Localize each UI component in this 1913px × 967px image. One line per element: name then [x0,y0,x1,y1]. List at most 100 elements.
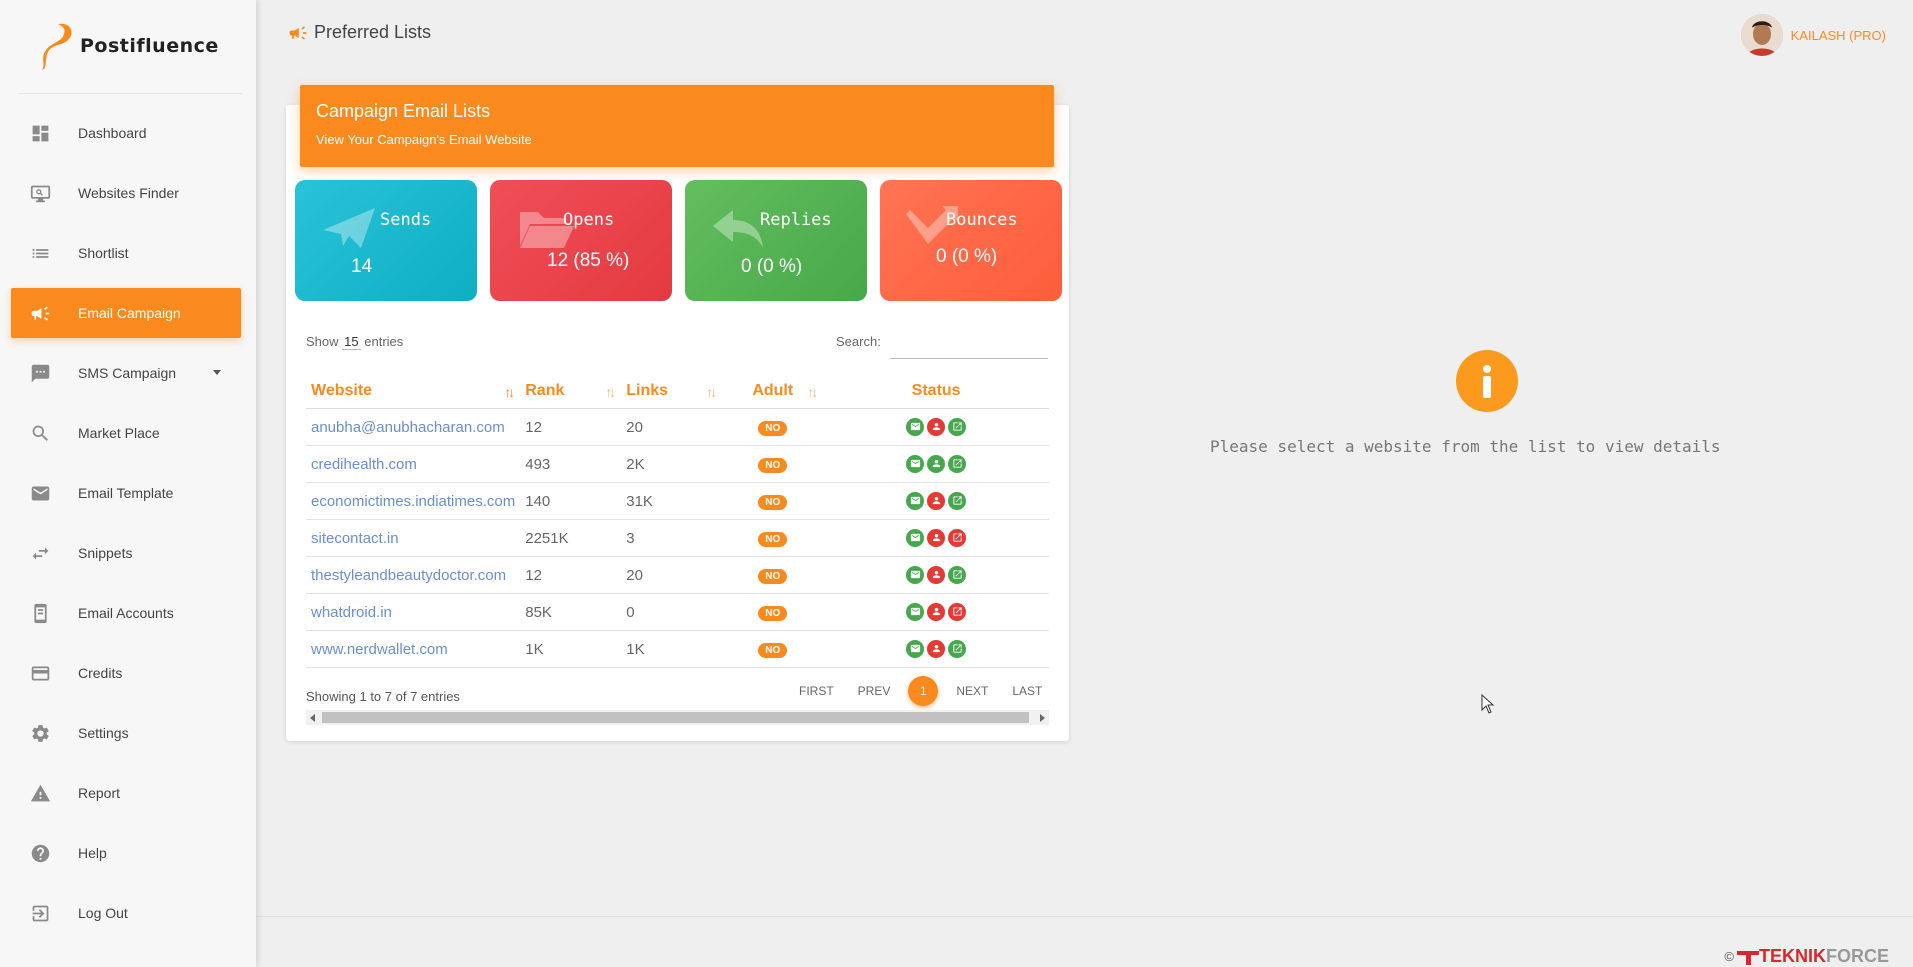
table-row[interactable]: economictimes.indiatimes.com 140 31K NO [306,482,1049,520]
sidebar-item-snippets[interactable]: Snippets [11,528,241,578]
column-header-rank[interactable]: Rank ↑↓ [520,374,622,409]
sidebar-item-report[interactable]: Report [11,768,241,818]
contact-status-icon[interactable] [927,602,946,621]
column-header-links[interactable]: Links ↑↓ [621,374,723,409]
website-link[interactable]: www.nerdwallet.com [306,630,521,668]
links-cell: 20 [621,408,723,446]
link-status-icon[interactable] [948,491,967,510]
stat-label: Opens [563,210,615,230]
sidebar-item-label: Email Campaign [78,305,181,321]
email-status-icon[interactable] [906,491,925,510]
stat-label: Sends [380,210,432,230]
table-row[interactable]: whatdroid.in 85K 0 NO [306,593,1049,631]
email-status-icon[interactable] [906,639,925,658]
table-row[interactable]: anubha@anubhacharan.com 12 20 NO [306,408,1049,446]
stat-replies[interactable]: Replies 0 (0 %) [685,180,867,301]
email-status-icon[interactable] [906,454,925,473]
horizontal-scrollbar[interactable] [306,710,1049,725]
avatar-image [1740,14,1783,56]
link-status-icon[interactable] [948,417,967,436]
scroll-left-icon[interactable] [310,714,315,722]
sidebar-item-email-template[interactable]: Email Template [11,468,241,518]
postifluence-logo-icon [42,23,72,70]
sidebar-item-log-out[interactable]: Log Out [11,888,241,938]
pager-first[interactable]: FIRST [799,684,834,698]
stat-value: 0 (0 %) [741,256,803,277]
sidebar-item-sms-campaign[interactable]: SMS Campaign [11,348,241,398]
status-cell [823,630,1049,668]
email-status-icon[interactable] [906,565,925,584]
website-link[interactable]: sitecontact.in [306,519,521,557]
page-length-select[interactable]: 15 [342,334,361,350]
pager-prev[interactable]: PREV [858,684,891,698]
contact-status-icon[interactable] [927,639,946,658]
link-status-icon[interactable] [948,528,967,547]
adult-badge: NO [758,569,788,584]
sidebar-item-market-place[interactable]: Market Place [11,408,241,458]
status-cell [823,519,1049,557]
stat-value: 0 (0 %) [936,246,998,267]
website-link[interactable]: credihealth.com [306,445,521,483]
status-cell [823,482,1049,520]
email-status-icon[interactable] [906,528,925,547]
link-status-icon[interactable] [948,602,967,621]
stat-label: Bounces [946,210,1018,230]
pager-current-page[interactable]: 1 [908,676,939,706]
detail-empty-message: Please select a website from the list to… [1210,437,1721,456]
column-header-status: Status [823,374,1049,409]
search-input[interactable] [890,330,1048,352]
adult-cell: NO [722,482,824,520]
website-link[interactable]: thestyleandbeautydoctor.com [306,556,521,594]
swap-icon [29,542,51,564]
link-status-icon[interactable] [948,454,967,473]
email-status-icon[interactable] [906,602,925,621]
table-row[interactable]: www.nerdwallet.com 1K 1K NO [306,630,1049,668]
sidebar: Postifluence Dashboard Websites Finder S… [0,0,256,967]
table-row[interactable]: thestyleandbeautydoctor.com 12 20 NO [306,556,1049,594]
rank-cell: 12 [520,556,622,594]
pager-last[interactable]: LAST [1012,684,1042,698]
link-status-icon[interactable] [948,639,967,658]
search-icon [29,422,51,444]
website-link[interactable]: economictimes.indiatimes.com [306,482,521,520]
stat-opens[interactable]: Opens 12 (85 %) [490,180,672,301]
stat-sends[interactable]: Sends 14 [295,180,477,301]
user-menu[interactable]: KAILASH (PRO) [1740,14,1886,56]
links-cell: 31K [621,482,723,520]
sidebar-item-credits[interactable]: Credits [11,648,241,698]
copyright-symbol: © [1724,949,1734,964]
column-header-adult[interactable]: Adult ↑↓ [722,374,824,409]
link-status-icon[interactable] [948,565,967,584]
sidebar-item-websites-finder[interactable]: Websites Finder [11,168,241,218]
contact-status-icon[interactable] [927,491,946,510]
chevron-down-icon[interactable] [213,370,221,375]
website-link[interactable]: anubha@anubhacharan.com [306,408,521,446]
email-status-icon[interactable] [906,417,925,436]
sidebar-item-email-accounts[interactable]: Email Accounts [11,588,241,638]
scrollbar-thumb[interactable] [322,712,1029,723]
sidebar-item-help[interactable]: Help [11,828,241,878]
paper-plane-icon [321,206,377,250]
table-row[interactable]: credihealth.com 493 2K NO [306,445,1049,483]
column-header-website[interactable]: Website ↑↓ [306,374,521,409]
contact-status-icon[interactable] [927,454,946,473]
app-logo[interactable]: Postifluence [36,20,219,72]
contact-status-icon[interactable] [927,565,946,584]
list-icon [29,242,51,264]
sidebar-item-email-campaign[interactable]: Email Campaign [11,288,241,338]
sidebar-item-settings[interactable]: Settings [11,708,241,758]
sidebar-item-dashboard[interactable]: Dashboard [11,108,241,158]
footer-brand: © TEKNIK FORCE [1724,946,1889,967]
contact-status-icon[interactable] [927,528,946,547]
table-row[interactable]: sitecontact.in 2251K 3 NO [306,519,1049,557]
contact-status-icon[interactable] [927,417,946,436]
pager-next[interactable]: NEXT [956,684,988,698]
stat-bounces[interactable]: Bounces 0 (0 %) [880,180,1062,301]
table-search: Search: [836,330,1048,352]
card-title: Campaign Email Lists [316,101,491,121]
brand-part-b: FORCE [1826,946,1889,966]
sidebar-item-shortlist[interactable]: Shortlist [11,228,241,278]
scroll-right-icon[interactable] [1040,714,1045,722]
adult-badge: NO [758,606,788,621]
website-link[interactable]: whatdroid.in [306,593,521,631]
